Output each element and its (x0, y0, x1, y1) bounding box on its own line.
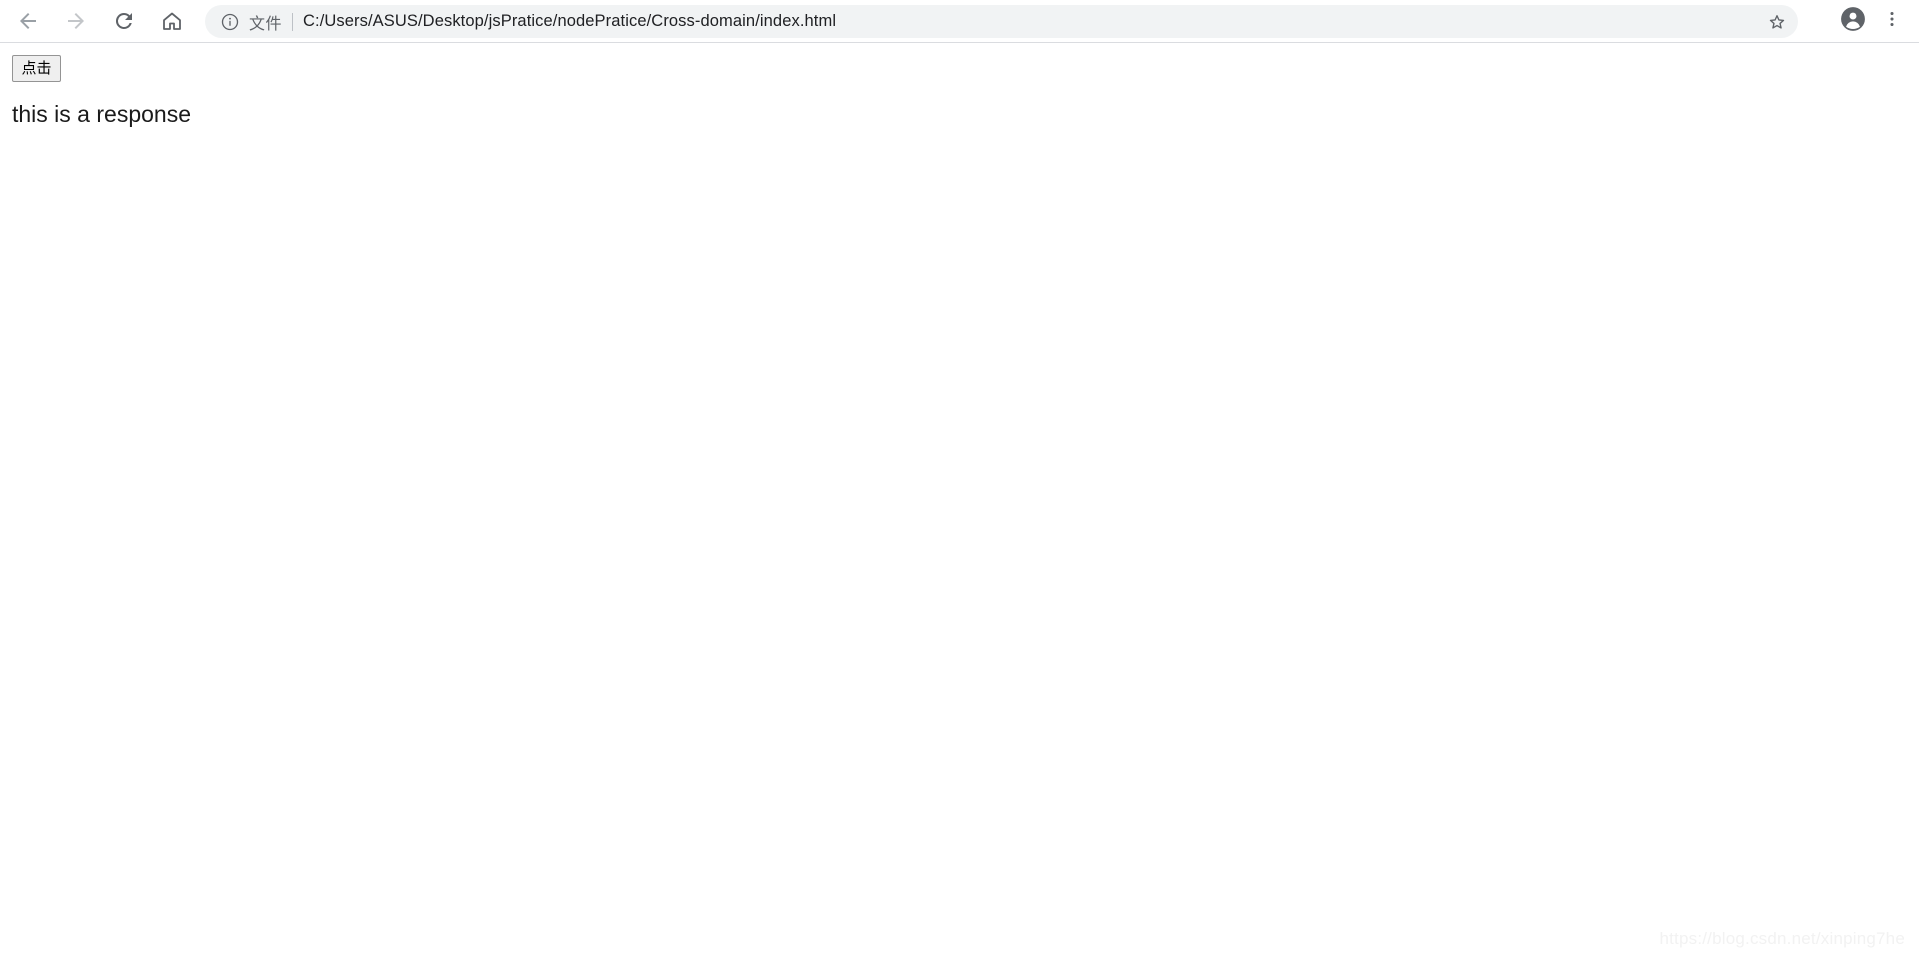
blog-watermark: https://blog.csdn.net/xinping7he (1659, 929, 1905, 948)
account-circle-icon (1840, 6, 1866, 37)
response-text: this is a response (12, 101, 191, 127)
click-button[interactable]: 点击 (12, 55, 61, 82)
bookmark-star-icon[interactable] (1760, 5, 1794, 39)
back-button[interactable] (10, 3, 46, 39)
three-dots-vertical-icon (1882, 9, 1902, 34)
address-bar[interactable]: 文件 C:/Users/ASUS/Desktop/jsPratice/nodeP… (205, 5, 1798, 38)
reload-icon (112, 9, 136, 33)
browser-toolbar: 文件 C:/Users/ASUS/Desktop/jsPratice/nodeP… (0, 0, 1919, 43)
omnibox-scheme-label: 文件 (249, 13, 283, 33)
page-viewport: 点击 this is a response https://blog.csdn.… (0, 44, 1919, 967)
omnibox-divider (292, 12, 294, 31)
omnibox-url-text[interactable]: C:/Users/ASUS/Desktop/jsPratice/nodePrat… (303, 12, 1760, 31)
toolbar-right-group (1825, 0, 1919, 43)
reload-button[interactable] (106, 3, 142, 39)
arrow-left-icon (16, 9, 40, 33)
info-circle-icon[interactable] (219, 11, 241, 33)
home-icon (160, 9, 184, 33)
chrome-menu-button[interactable] (1875, 4, 1909, 40)
profile-button[interactable] (1835, 4, 1871, 40)
forward-button[interactable] (58, 3, 94, 39)
arrow-right-icon (64, 9, 88, 33)
home-button[interactable] (154, 3, 190, 39)
